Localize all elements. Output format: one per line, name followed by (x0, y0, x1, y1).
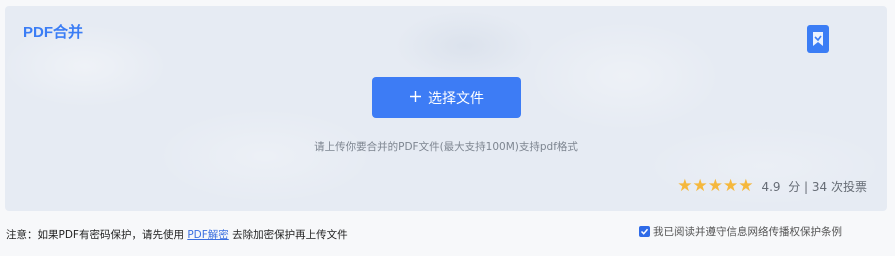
rating-score: 4.9 分 | 34 次投票 (761, 178, 867, 195)
rating-stars[interactable]: ★★★★★ (677, 176, 753, 196)
note-prefix: 注意：如果PDF有密码保护，请先使用 (6, 229, 184, 241)
password-note: 注意：如果PDF有密码保护，请先使用 PDF解密 去除加密保护再上传文件 (6, 227, 348, 242)
pdf-decrypt-link[interactable]: PDF解密 (187, 229, 228, 241)
rating-separator: | (804, 179, 809, 194)
plus-icon (409, 89, 422, 106)
agree-label[interactable]: 我已阅读并遵守信息网络传播权保护条例 (653, 224, 842, 239)
bookmark-pdf-icon (807, 25, 829, 53)
agreement[interactable]: 我已阅读并遵守信息网络传播权保护条例 (639, 224, 842, 239)
score-unit: 分 (788, 179, 801, 194)
page-title: PDF合并 (23, 24, 84, 41)
select-file-button[interactable]: 选择文件 (372, 77, 521, 118)
agree-checkbox[interactable] (639, 226, 650, 237)
upload-panel: PDF合并 选择文件 请上传你要合并的PDF文件(最大支持100M)支持pdf格… (5, 6, 887, 211)
select-file-label: 选择文件 (428, 89, 484, 106)
score-value: 4.9 (761, 179, 781, 194)
upload-hint: 请上传你要合并的PDF文件(最大支持100M)支持pdf格式 (314, 141, 578, 153)
rating: ★★★★★ 4.9 分 | 34 次投票 (677, 176, 867, 196)
vote-count: 34 次投票 (811, 179, 867, 194)
note-suffix: 去除加密保护再上传文件 (232, 229, 348, 241)
